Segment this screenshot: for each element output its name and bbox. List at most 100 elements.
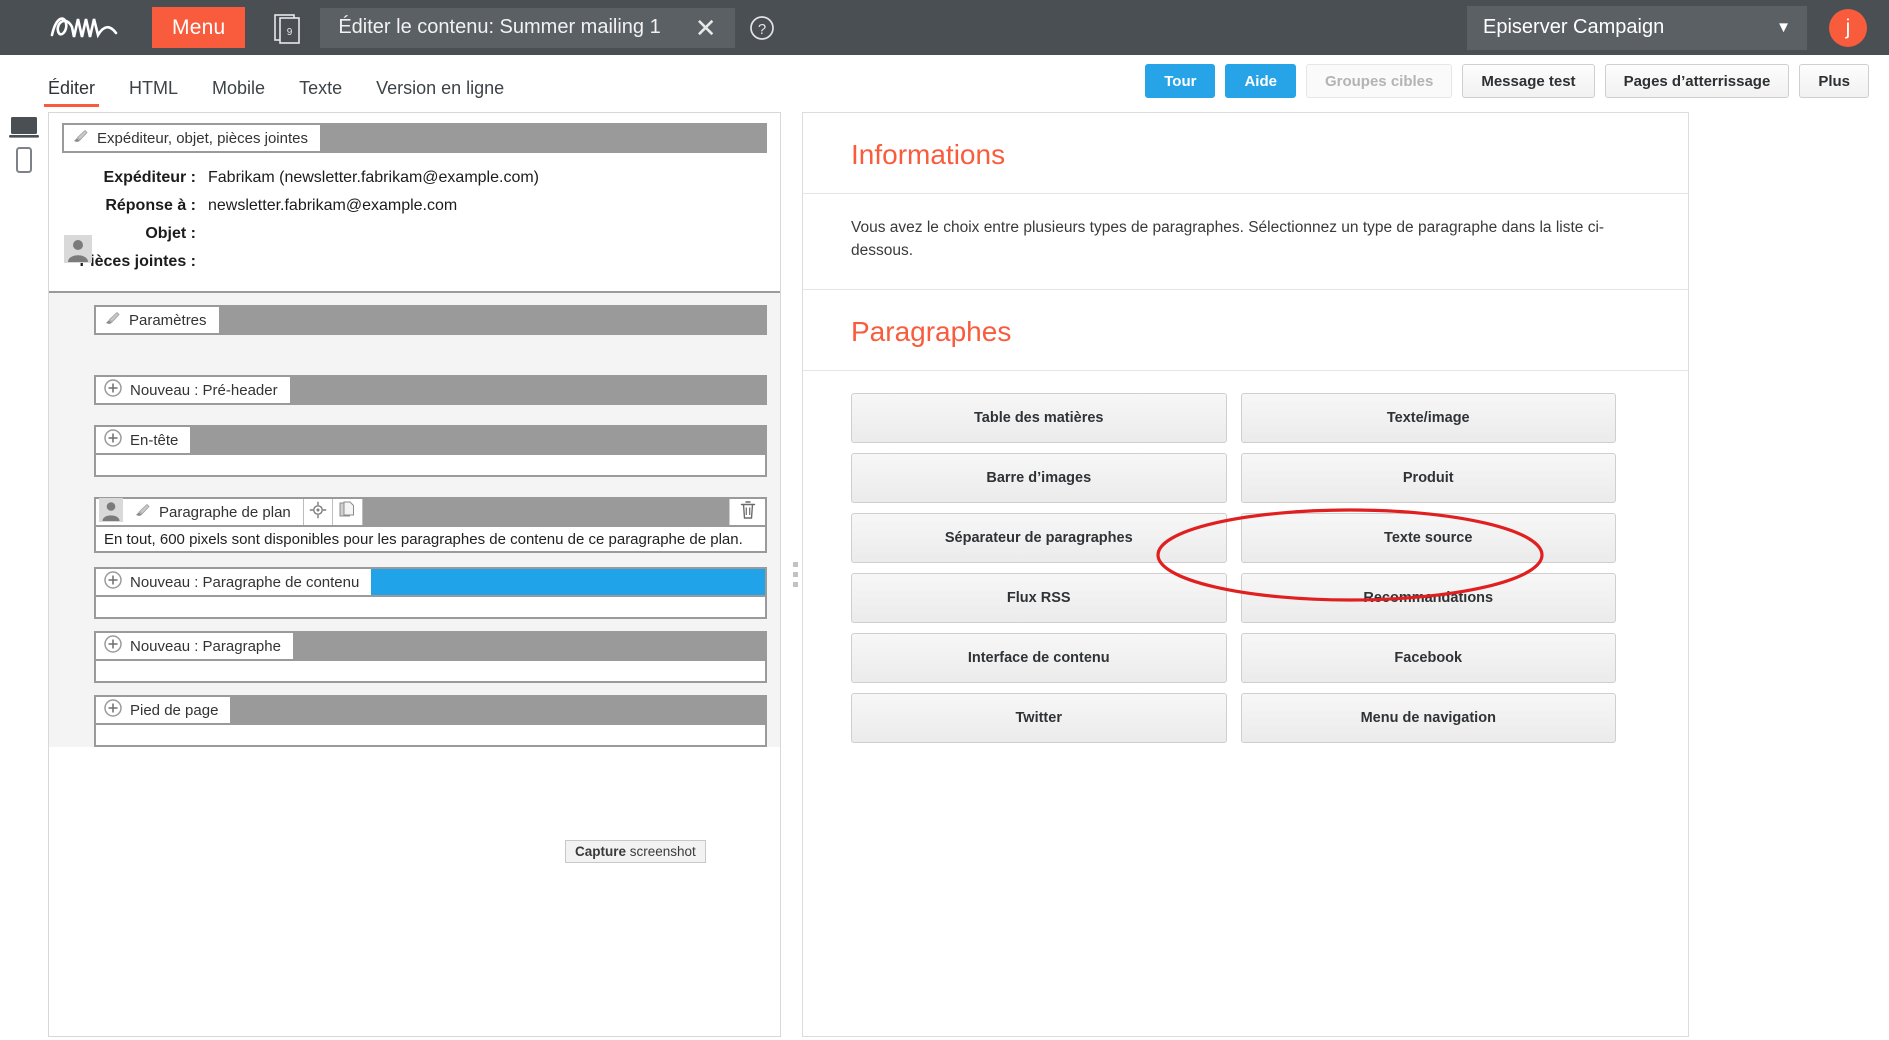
en-tete-bar-fill[interactable] — [190, 427, 765, 453]
structure-row-paragraphe-de-contenu[interactable]: Nouveau : Paragraphe de contenu — [94, 567, 767, 619]
tile-twitter[interactable]: Twitter — [851, 692, 1227, 743]
preview-device-rail — [0, 107, 48, 1040]
tab-version-en-ligne[interactable]: Version en ligne — [376, 78, 504, 107]
message-test-button[interactable]: Message test — [1462, 64, 1595, 98]
tour-button-label: Tour — [1164, 72, 1197, 90]
tile-label: Texte/image — [1386, 409, 1470, 426]
tile-label: Texte source — [1384, 529, 1473, 546]
tour-button[interactable]: Tour — [1145, 64, 1216, 98]
active-tab[interactable]: Éditer le contenu: Summer mailing 1 ✕ — [320, 7, 735, 48]
tile-produit[interactable]: Produit — [1240, 452, 1616, 503]
parametres-bar-fill[interactable] — [218, 307, 765, 333]
mail-structure-pane: Expéditeur, objet, pièces jointes Expédi… — [48, 112, 781, 1037]
menu-button[interactable]: Menu — [152, 7, 246, 48]
tile-table-des-matieres[interactable]: Table des matières — [851, 392, 1227, 443]
parametres-label-cell: Paramètres — [96, 307, 219, 333]
field-value-expediteur: Fabrikam (newsletter.fabrikam@example.co… — [208, 169, 540, 186]
structure-row-pied-de-page[interactable]: Pied de page — [94, 695, 767, 747]
tile-facebook[interactable]: Facebook — [1240, 632, 1616, 683]
app-switcher-dropdown[interactable]: Episerver Campaign ▼ — [1467, 5, 1807, 50]
en-tete-body — [94, 455, 767, 477]
capture-screenshot-hint: Capture screenshot — [565, 840, 706, 863]
structure-row-pre-header[interactable]: Nouveau : Pré-header — [94, 375, 767, 405]
paragraphe-de-contenu-label: Nouveau : Paragraphe de contenu — [130, 573, 360, 591]
paragraphe-de-plan-bar-fill[interactable] — [362, 499, 729, 525]
delete-paragraph-button[interactable] — [729, 499, 765, 525]
field-label-expediteur: Expéditeur : — [103, 169, 196, 186]
help-icon[interactable]: ? — [749, 15, 775, 41]
pages-atterrissage-button[interactable]: Pages d’atterrissage — [1604, 64, 1790, 98]
meta-row: Objet : — [62, 225, 767, 243]
nouveau-paragraphe-bar-fill[interactable] — [292, 633, 765, 659]
plus-circle-icon — [104, 429, 122, 451]
informations-body: Vous avez le choix entre plusieurs types… — [803, 194, 1688, 290]
tile-separateur-de-paragraphes[interactable]: Séparateur de paragraphes — [851, 512, 1227, 563]
tile-label: Twitter — [1015, 709, 1062, 726]
capture-hint-rest: screenshot — [626, 844, 696, 859]
copy-icon-cell[interactable] — [332, 499, 363, 525]
tile-texte-source[interactable]: Texte source — [1240, 512, 1616, 563]
nouveau-paragraphe-body — [94, 661, 767, 683]
sender-bar-fill[interactable] — [319, 125, 765, 151]
sender-subject-attachments-bar[interactable]: Expéditeur, objet, pièces jointes — [62, 123, 767, 153]
structure-row-paragraphe-de-plan[interactable]: Paragraphe de plan En tout, 600 pixels s… — [94, 497, 767, 553]
desktop-preview-icon[interactable] — [0, 115, 48, 139]
plus-circle-icon — [104, 635, 122, 657]
meta-row: Pièces jointes : — [62, 253, 767, 271]
plus-button[interactable]: Plus — [1799, 64, 1869, 98]
target-icon-cell[interactable] — [302, 499, 333, 525]
informations-title: Informations — [803, 113, 1688, 194]
avatar-initial: j — [1845, 15, 1851, 39]
tab-html[interactable]: HTML — [129, 78, 178, 107]
tab-mobile[interactable]: Mobile — [212, 78, 265, 107]
pre-header-label-cell: Nouveau : Pré-header — [96, 377, 290, 403]
person-icon — [99, 497, 123, 527]
tile-label: Menu de navigation — [1360, 709, 1496, 726]
tile-label: Interface de contenu — [967, 649, 1110, 666]
structure-row-nouveau-paragraphe[interactable]: Nouveau : Paragraphe — [94, 631, 767, 683]
top-bar-right: Episerver Campaign ▼ j — [1467, 5, 1889, 50]
app-switcher-label: Episerver Campaign — [1483, 16, 1665, 38]
paragraphe-de-contenu-bar-fill[interactable] — [371, 569, 765, 595]
tile-label: Recommandations — [1363, 589, 1494, 606]
tile-texte-image[interactable]: Texte/image — [1240, 392, 1616, 443]
tab-texte-label: Texte — [299, 78, 343, 98]
mobile-preview-icon[interactable] — [0, 147, 48, 173]
tab-mobile-label: Mobile — [212, 78, 266, 98]
pied-de-page-body — [94, 725, 767, 747]
pre-header-bar-fill[interactable] — [289, 377, 765, 403]
sender-subject-attachments-text: Expéditeur, objet, pièces jointes — [97, 129, 308, 147]
pied-de-page-bar-fill[interactable] — [230, 697, 765, 723]
documents-icon[interactable]: 9 — [270, 10, 304, 46]
aide-button[interactable]: Aide — [1225, 64, 1296, 98]
close-icon[interactable]: ✕ — [695, 15, 717, 41]
tab-editer[interactable]: Éditer — [43, 78, 100, 107]
tile-label: Séparateur de paragraphes — [944, 529, 1133, 546]
tile-label: Produit — [1402, 469, 1454, 486]
tile-menu-de-navigation[interactable]: Menu de navigation — [1240, 692, 1616, 743]
paragraphe-de-plan-person-cell — [96, 497, 126, 527]
avatar[interactable]: j — [1829, 8, 1867, 47]
aide-button-label: Aide — [1244, 72, 1277, 90]
paragraphe-de-plan-label: Paragraphe de plan — [159, 503, 291, 521]
groupes-cibles-button-label: Groupes cibles — [1324, 72, 1434, 90]
meta-row: Réponse à : newsletter.fabrikam@example.… — [62, 197, 767, 215]
tile-barre-d-images[interactable]: Barre d’images — [851, 452, 1227, 503]
sub-toolbar: Éditer HTML Mobile Texte Version en lign… — [0, 55, 1889, 107]
tab-texte[interactable]: Texte — [299, 78, 342, 107]
groupes-cibles-button[interactable]: Groupes cibles — [1305, 64, 1453, 98]
menu-button-label: Menu — [172, 15, 226, 39]
tile-interface-de-contenu[interactable]: Interface de contenu — [851, 632, 1227, 683]
structure-row-parametres[interactable]: Paramètres — [94, 305, 767, 335]
target-icon — [309, 501, 327, 524]
person-icon — [64, 235, 92, 268]
message-test-button-label: Message test — [1481, 72, 1576, 90]
tab-version-en-ligne-label: Version en ligne — [376, 78, 505, 98]
plus-circle-icon — [104, 699, 122, 721]
pane-splitter[interactable] — [788, 112, 802, 1037]
structure-row-en-tete[interactable]: En-tête — [94, 425, 767, 477]
tile-flux-rss[interactable]: Flux RSS — [851, 572, 1227, 623]
tile-recommandations[interactable]: Recommandations — [1240, 572, 1616, 623]
paragraphe-de-plan-note: En tout, 600 pixels sont disponibles pou… — [94, 527, 767, 553]
